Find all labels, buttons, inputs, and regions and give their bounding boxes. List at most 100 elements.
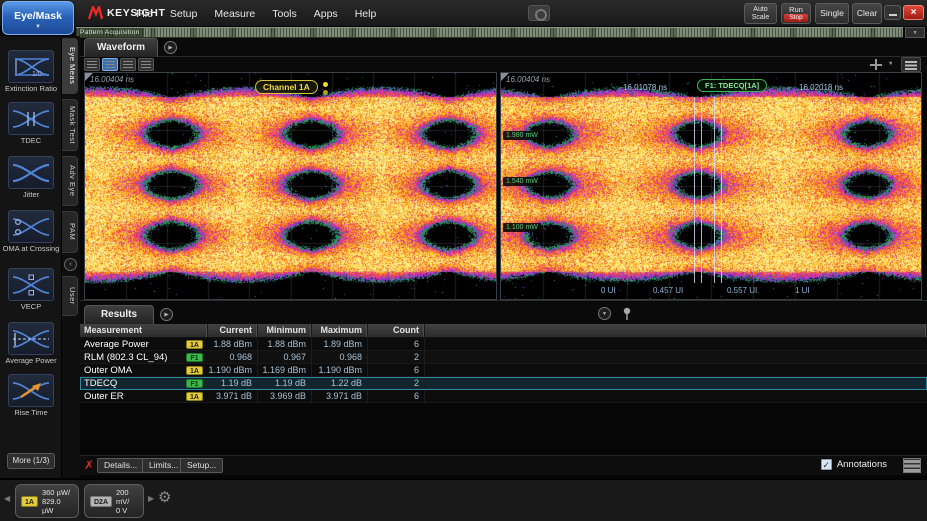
measurement-name: Outer OMA	[84, 365, 186, 376]
limits-button[interactable]: Limits...	[142, 458, 185, 473]
sidebar-item-vecp[interactable]: VECP	[0, 268, 62, 312]
tdecq-marker-line[interactable]	[694, 97, 695, 283]
tdecq-marker-line[interactable]	[714, 97, 715, 283]
column-minimum[interactable]: Minimum	[258, 324, 312, 337]
pin-icon[interactable]	[622, 307, 632, 321]
tdec-icon	[8, 102, 54, 135]
eye-diagram-canvas-left[interactable]	[85, 73, 496, 299]
tab-waveform[interactable]: Waveform	[84, 38, 158, 57]
layout-grid-button[interactable]	[138, 58, 154, 71]
table-row-rlm[interactable]: RLM (802.3 CL_94) F1 0.968 0.967 0.968 2	[80, 351, 927, 364]
results-tab-menu-button[interactable]: ▶	[160, 308, 173, 321]
count-value: 2	[368, 351, 425, 363]
auto-scale-button[interactable]: Auto Scale	[744, 3, 777, 24]
clear-button[interactable]: Clear	[852, 3, 882, 24]
channel-1a-pill[interactable]: Channel 1A	[255, 80, 318, 94]
single-button[interactable]: Single	[815, 3, 849, 24]
sidebar-collapse-button[interactable]: ‹	[64, 258, 77, 271]
oma-at-crossing-icon	[8, 210, 54, 243]
channel-scroll-right-icon[interactable]: ▶	[148, 494, 154, 503]
pattern-strip-dropdown-button[interactable]: ▼	[905, 27, 925, 38]
eye-diagram-panel-right[interactable]: 16.00404 ns 16.01078 ns F1: TDECQ[1A] 16…	[500, 72, 922, 300]
tdecq-function-pill[interactable]: F1: TDECQ[1A]	[697, 79, 767, 92]
waveform-tab-menu-button[interactable]: ▶	[164, 41, 177, 54]
menu-help[interactable]: Help	[355, 8, 377, 20]
count-value: 6	[368, 390, 425, 402]
tab-eye-meas[interactable]: Eye Meas	[62, 38, 78, 94]
sidebar-item-extinction-ratio[interactable]: 1/0 Extinction Ratio	[0, 50, 62, 94]
layout-single-button[interactable]	[84, 58, 100, 71]
waveform-menu-icon[interactable]	[901, 57, 921, 72]
current-value: 1.88 dBm	[208, 338, 258, 350]
source-badge: 1A	[186, 392, 203, 401]
layout-split-button[interactable]	[102, 58, 118, 71]
tdecq-marker-line[interactable]	[721, 97, 722, 283]
layout-rows-button[interactable]	[120, 58, 136, 71]
annotations-checkbox[interactable]: ✓	[821, 459, 832, 470]
sidebar-item-jitter[interactable]: Jitter	[0, 156, 62, 200]
sidebar-item-average-power[interactable]: Average Power	[0, 322, 62, 366]
channel-scroll-left-icon[interactable]: ◀	[4, 494, 10, 503]
column-maximum[interactable]: Maximum	[312, 324, 368, 337]
tab-adv-eye[interactable]: Adv Eye	[62, 156, 78, 206]
timebase-position-label: 16.00404 ns	[506, 75, 550, 84]
pan-zoom-icon[interactable]	[868, 58, 884, 71]
menu-file[interactable]: File	[136, 8, 153, 20]
measurement-name: TDECQ	[84, 378, 186, 389]
results-grid-icon[interactable]	[903, 458, 921, 473]
menu-measure[interactable]: Measure	[214, 8, 255, 20]
count-value: 6	[368, 364, 425, 376]
annotations-control[interactable]: ✓ Annotations	[821, 459, 887, 470]
column-measurement[interactable]: Measurement	[80, 324, 208, 337]
tdecq-marker-line[interactable]	[701, 97, 702, 283]
current-value: 0.968	[208, 351, 258, 363]
channel-marker-dot	[323, 82, 328, 87]
maximum-value: 1.22 dB	[312, 377, 368, 389]
stop-label: Stop	[784, 14, 808, 22]
tab-pam[interactable]: PAM	[62, 211, 78, 253]
channel-card-2a[interactable]: D2A 200 mV/ 0 V	[84, 484, 144, 518]
setup-button[interactable]: Setup...	[180, 458, 223, 473]
column-count[interactable]: Count	[368, 324, 425, 337]
menu-apps[interactable]: Apps	[314, 8, 338, 20]
pan-dropdown-caret-icon[interactable]: ▼	[888, 61, 893, 67]
tab-user[interactable]: User	[62, 276, 78, 316]
eye-diagram-panel-left[interactable]: 16.00404 ns Channel 1A	[84, 72, 497, 300]
sidebar-item-oma-at-crossing[interactable]: OMA at Crossing	[0, 210, 62, 254]
details-button[interactable]: Details...	[97, 458, 144, 473]
results-collapse-button[interactable]: ▼	[598, 307, 611, 320]
timebase-position-label: 16.00404 ns	[90, 75, 134, 84]
results-table: Measurement Current Minimum Maximum Coun…	[80, 324, 927, 403]
tab-mask-test[interactable]: Mask Test	[62, 99, 78, 151]
pattern-acquisition-strip[interactable]: Pattern Acquisition	[76, 27, 903, 38]
marker-time-label: 16.01078 ns	[623, 83, 667, 92]
camera-icon[interactable]	[528, 5, 550, 21]
minimum-value: 0.967	[258, 351, 312, 363]
gear-icon[interactable]: ⚙	[158, 488, 171, 506]
channel-card-1a[interactable]: 1A 360 µW/ 829.0 µW	[15, 484, 79, 518]
eye-mask-mode-button[interactable]: Eye/Mask ▼	[2, 1, 74, 35]
menu-tools[interactable]: Tools	[272, 8, 297, 20]
current-value: 1.190 dBm	[208, 364, 258, 376]
remove-measurement-icon[interactable]: ✗	[84, 458, 94, 472]
close-button[interactable]: ×	[903, 5, 924, 20]
column-current[interactable]: Current	[208, 324, 258, 337]
tab-results[interactable]: Results	[84, 305, 154, 324]
vecp-icon	[8, 268, 54, 301]
table-row-outer-er[interactable]: Outer ER 1A 3.971 dB 3.969 dB 3.971 dB 6	[80, 390, 927, 403]
title-bar: KEYSIGHT File Setup Measure Tools Apps H…	[0, 0, 927, 27]
sidebar-item-rise-time[interactable]: Rise Time	[0, 374, 62, 418]
more-measurements-button[interactable]: More (1/3)	[7, 453, 55, 469]
threshold-label-upper: 1.980 mW	[503, 131, 541, 140]
sidebar-item-label: Extinction Ratio	[0, 85, 62, 94]
sidebar-item-label: OMA at Crossing	[0, 245, 62, 254]
menu-setup[interactable]: Setup	[170, 8, 197, 20]
run-stop-button[interactable]: Run Stop	[781, 3, 811, 24]
table-row-outer-oma[interactable]: Outer OMA 1A 1.190 dBm 1.169 dBm 1.190 d…	[80, 364, 927, 377]
channel-offset: 829.0 µW	[42, 497, 61, 515]
table-row-average-power[interactable]: Average Power 1A 1.88 dBm 1.88 dBm 1.89 …	[80, 338, 927, 351]
eye-diagram-canvas-right[interactable]	[501, 73, 921, 299]
minimize-button[interactable]	[884, 5, 901, 20]
sidebar-item-tdec[interactable]: TDEC	[0, 102, 62, 146]
table-row-tdecq-selected[interactable]: TDECQ F1 1.19 dB 1.19 dB 1.22 dB 2	[80, 377, 927, 390]
